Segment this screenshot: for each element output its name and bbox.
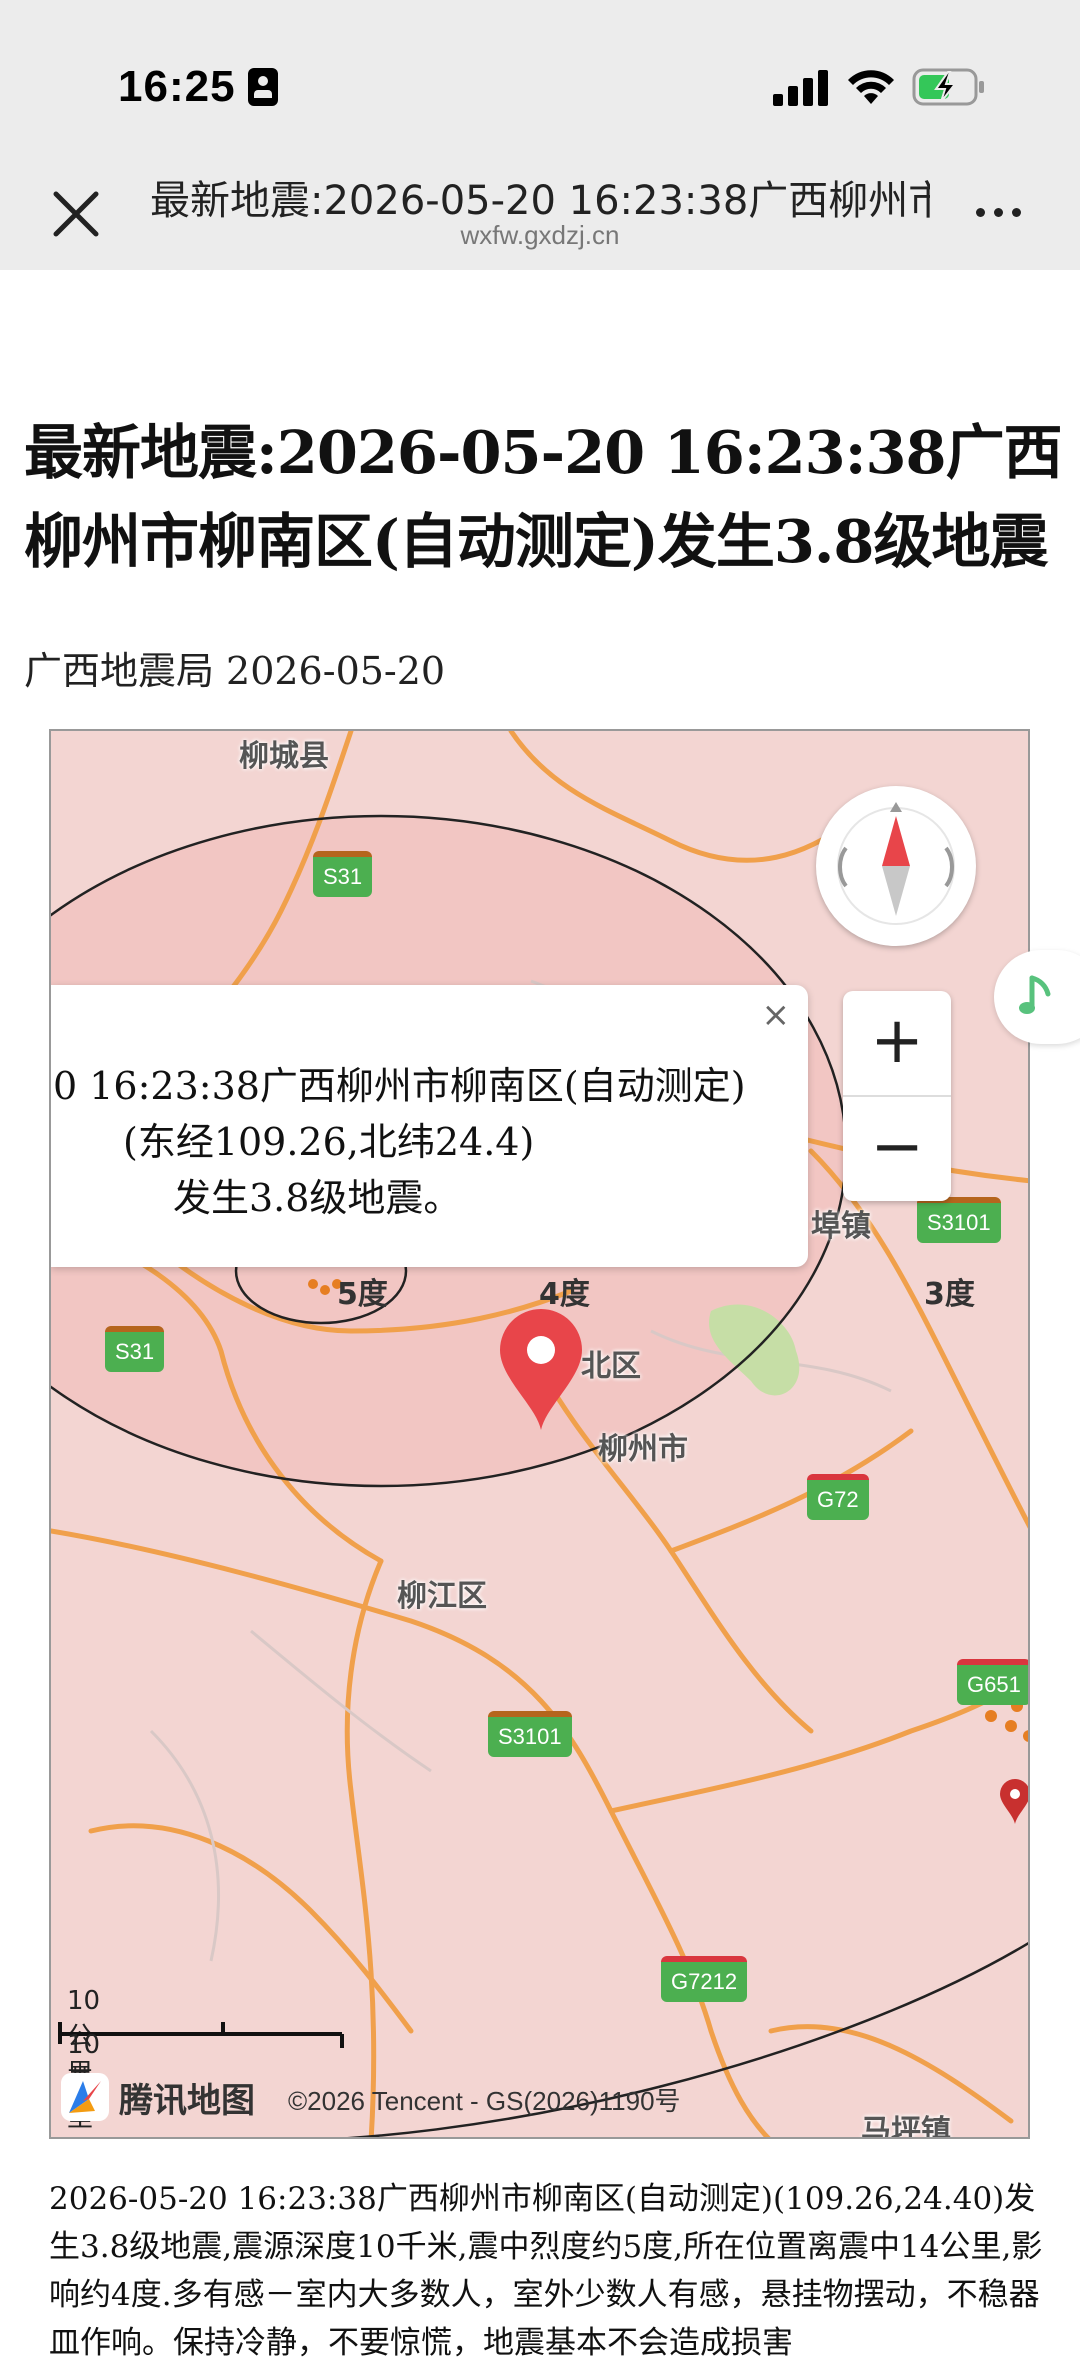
place-liujiang: 柳江区 <box>397 1579 487 1614</box>
article-body: 2026-05-20 16:23:38广西柳州市柳南区(自动测定)(109.26… <box>49 2181 1043 2361</box>
earthquake-map[interactable]: 柳城县 北区 柳州市 柳江区 埠镇 马坪镇 S31 S31 S3101 S310… <box>49 729 1030 2139</box>
road-shield-s31: S31 <box>313 851 373 897</box>
epicenter-marker-icon[interactable] <box>496 1306 586 1432</box>
battery-charging-icon <box>912 68 984 106</box>
page-title: 最新地震:2026-05-20 16:23:38广西柳州市柳南区(自动测定)发生… <box>150 178 930 224</box>
place-beiqu: 北区 <box>581 1349 641 1384</box>
place-mapingzhen: 马坪镇 <box>861 2114 951 2139</box>
popup-line-3: 发生3.8级地震。 <box>173 1176 462 1220</box>
article-date: 2026-05-20 <box>226 649 446 693</box>
sim-card-icon <box>248 68 278 106</box>
browser-nav-bar: 最新地震:2026-05-20 16:23:38广西柳州市柳南区(自动测定)发生… <box>0 150 1080 270</box>
article-title: 最新地震:2026-05-20 16:23:38广西柳州市柳南区(自动测定)发生… <box>24 418 1063 576</box>
popup-line-1: 0 16:23:38广西柳州市柳南区(自动测定) <box>53 1064 746 1108</box>
place-liucheng: 柳城县 <box>239 739 329 774</box>
tencent-map-logo: 腾讯地图 <box>59 2071 255 2123</box>
road-shield-s3101: S3101 <box>488 1711 572 1757</box>
location-marker-icon[interactable] <box>998 1778 1030 1826</box>
music-note-icon <box>1019 975 1051 1014</box>
music-button[interactable] <box>994 950 1080 1044</box>
road-shield-g7212: G7212 <box>661 1956 748 2002</box>
tencent-map-logo-text: 腾讯地图 <box>119 2080 255 2121</box>
signal-icon <box>773 70 828 106</box>
intensity-label-5: 5度 <box>337 1277 388 1312</box>
popup-line-2: (东经109.26,北纬24.4) <box>123 1120 535 1164</box>
place-liuzhou: 柳州市 <box>598 1432 688 1467</box>
road-shield-g72: G72 <box>807 1474 869 1520</box>
map-copyright: ©2026 Tencent - GS(2026)1190号 <box>288 2086 681 2116</box>
intensity-label-3: 3度 <box>924 1277 975 1312</box>
compass-icon[interactable] <box>816 786 976 946</box>
page-url: wxfw.gxdzj.cn <box>460 220 620 250</box>
status-time: 16:25 <box>118 62 236 111</box>
road-shield-s31: S31 <box>105 1326 165 1372</box>
scale-ruler <box>58 2022 344 2048</box>
info-popup: × 0 16:23:38广西柳州市柳南区(自动测定) (东经109.26,北纬2… <box>51 985 808 1267</box>
more-icon[interactable] <box>976 204 1036 224</box>
tencent-map-logo-icon <box>61 2073 109 2121</box>
close-icon[interactable] <box>46 184 106 244</box>
zoom-in-button[interactable]: + <box>843 991 951 1097</box>
article-meta: 广西地震局 2026-05-20 <box>24 640 457 695</box>
status-bar: 16:25 <box>0 0 1080 150</box>
popup-close-button[interactable]: × <box>762 995 791 1035</box>
wifi-icon <box>848 70 894 104</box>
road-shield-g651: G651 <box>957 1659 1028 1705</box>
article-source[interactable]: 广西地震局 <box>24 649 214 693</box>
